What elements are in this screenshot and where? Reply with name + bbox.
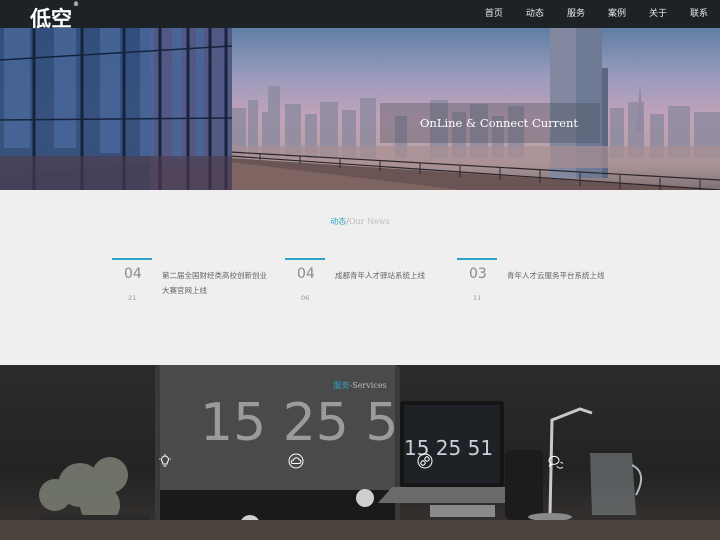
services-background: 15 25 51 15 25 51	[0, 365, 720, 540]
menu-item-cases[interactable]: 案例	[608, 0, 626, 28]
news-item[interactable]: 04 06 成都青年人才驿站系统上线	[285, 258, 455, 318]
top-nav: 低空® 首页 动态 服务 案例 关于 联系	[0, 0, 720, 31]
news-day: 03	[469, 266, 487, 282]
services-title-en: Services	[352, 381, 387, 390]
news-section: 动态/Our News 04 21 第二届全国财经类高校创新创业大赛官网上线 0…	[0, 190, 720, 365]
menu-item-contact[interactable]: 联系	[690, 0, 708, 28]
cloud-icon[interactable]	[288, 453, 304, 469]
services-section: 15 25 51 15 25 51 服务-Services	[0, 365, 720, 540]
lightbulb-icon[interactable]	[157, 453, 173, 469]
main-menu: 首页 动态 服务 案例 关于 联系	[462, 0, 708, 28]
logo[interactable]: 低空®	[30, 1, 79, 33]
menu-item-services[interactable]: 服务	[567, 0, 585, 28]
news-title-en: Our News	[348, 217, 390, 226]
monitor-clock: 15 25 51	[200, 393, 432, 453]
hero-cityscape	[0, 28, 720, 190]
news-headline[interactable]: 青年人才云服务平台系统上线	[507, 268, 617, 283]
news-item[interactable]: 03 11 青年人才云服务平台系统上线	[457, 258, 627, 318]
menu-item-home[interactable]: 首页	[485, 0, 503, 28]
chat-icon[interactable]	[547, 453, 565, 469]
menu-item-about[interactable]: 关于	[649, 0, 667, 28]
news-accent-bar	[112, 258, 152, 260]
news-day: 04	[124, 266, 142, 282]
news-title-cn: 动态	[330, 217, 347, 226]
news-accent-bar	[285, 258, 325, 260]
news-month: 06	[301, 294, 310, 302]
news-headline[interactable]: 成都青年人才驿站系统上线	[335, 268, 445, 283]
hero-caption: OnLine & Connect Current	[380, 103, 600, 143]
hero-banner: OnLine & Connect Current	[0, 28, 720, 190]
menu-item-news[interactable]: 动态	[526, 0, 544, 28]
services-title: 服务-Services	[0, 380, 720, 391]
services-title-cn: 服务	[333, 381, 350, 390]
news-month: 21	[128, 294, 137, 302]
link-icon[interactable]	[417, 453, 433, 469]
news-month: 11	[473, 294, 482, 302]
news-headline[interactable]: 第二届全国财经类高校创新创业大赛官网上线	[162, 268, 272, 298]
news-title: 动态/Our News	[0, 216, 720, 227]
news-day: 04	[297, 266, 315, 282]
news-item[interactable]: 04 21 第二届全国财经类高校创新创业大赛官网上线	[112, 258, 282, 318]
news-accent-bar	[457, 258, 497, 260]
